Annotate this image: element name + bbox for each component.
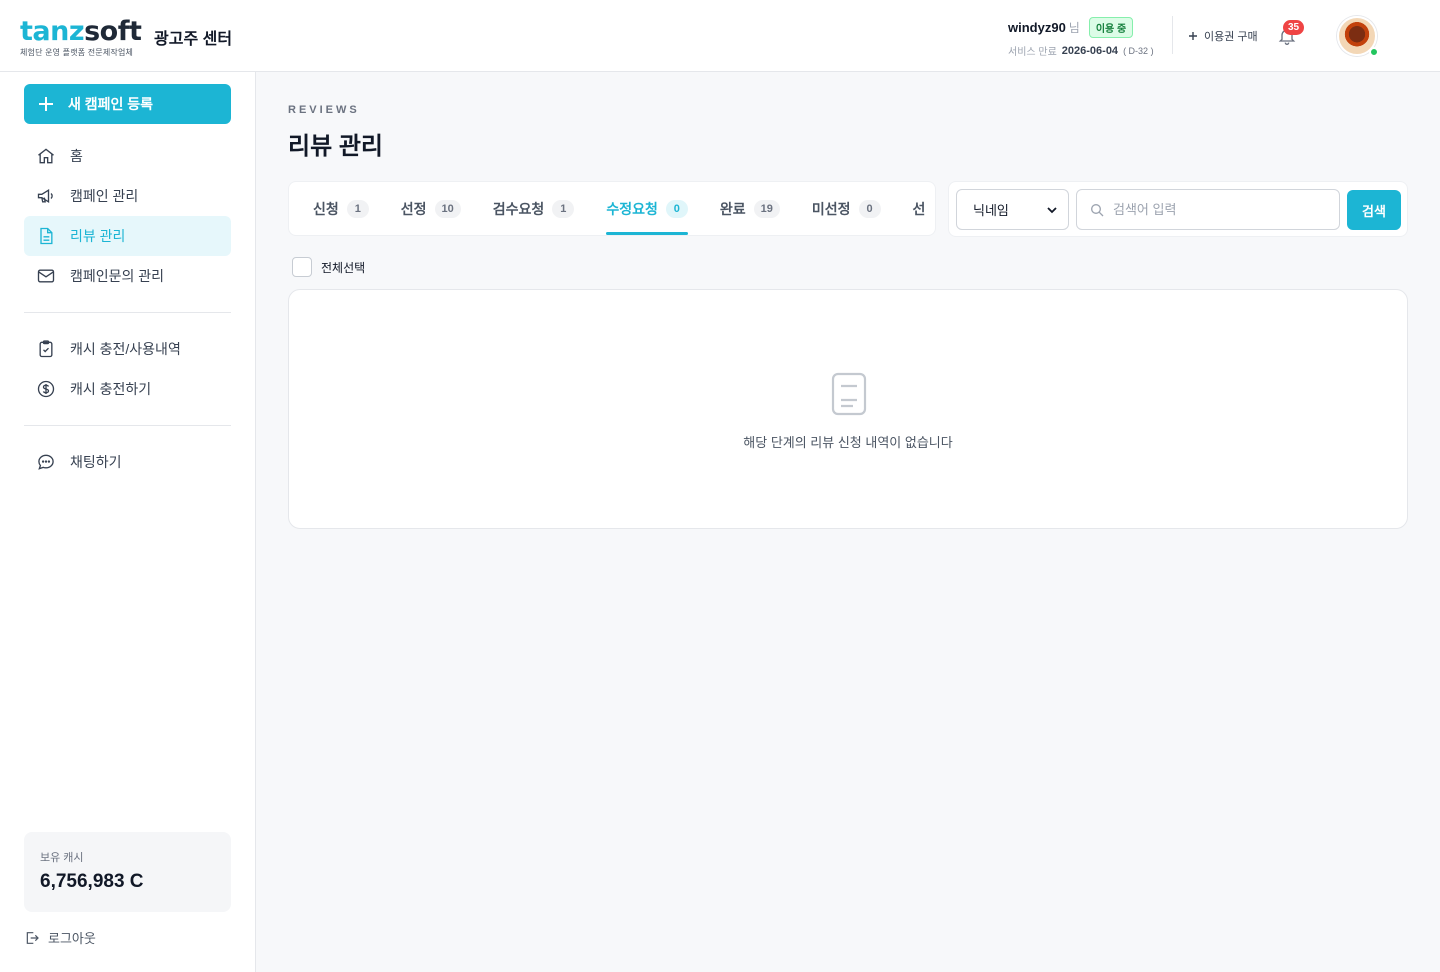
- logout-icon: [26, 931, 39, 944]
- tab-count-badge: 1: [552, 199, 575, 218]
- center-title: 광고주 센터: [154, 31, 233, 48]
- search-input[interactable]: [1113, 202, 1313, 217]
- tab-review-request[interactable]: 검수요청 1: [493, 182, 575, 235]
- dollar-icon: [37, 380, 55, 398]
- tab-label: 미선정: [811, 200, 851, 217]
- mail-icon: [37, 269, 55, 283]
- sidebar-item-campaigns[interactable]: 캠페인 관리: [24, 176, 231, 216]
- home-icon: [38, 148, 54, 164]
- sidebar-item-home[interactable]: 홈: [24, 136, 231, 176]
- expire-date: 2026-06-04: [1061, 44, 1119, 57]
- empty-state-card: 해당 단계의 리뷰 신청 내역이 없습니다: [288, 289, 1408, 529]
- tab-label: 선정: [400, 200, 427, 217]
- logo-tagline: 체험단 운영 플랫폼 전문제작업체: [20, 48, 134, 57]
- empty-state-message: 해당 단계의 리뷰 신청 내역이 없습니다: [743, 435, 953, 450]
- clipboard-check-icon: [39, 340, 53, 358]
- user-info: windyz90 님 이용 중 서비스 만료 2026-06-04 ( D-32…: [1008, 17, 1154, 58]
- logout-label: 로그아웃: [48, 931, 96, 946]
- plus-icon: [39, 97, 53, 111]
- sidebar-item-label: 캐시 충전/사용내역: [70, 341, 181, 357]
- search-button[interactable]: 검색: [1347, 190, 1401, 230]
- tab-revision-request[interactable]: 수정요청 0: [606, 182, 688, 235]
- online-status-dot: [1369, 47, 1379, 57]
- tab-label: 완료: [719, 200, 746, 217]
- search-field-select[interactable]: 닉네임: [956, 189, 1069, 230]
- new-campaign-button[interactable]: 새 캠페인 등록: [24, 84, 231, 124]
- tab-count-badge: 1: [346, 199, 369, 218]
- header-divider: [1172, 16, 1173, 54]
- username: windyz90: [1008, 20, 1066, 35]
- search-field-select-value: 닉네임: [973, 203, 1009, 218]
- tab-not-selected[interactable]: 미선정 0: [812, 182, 881, 235]
- tab-label: 선: [912, 200, 926, 217]
- sidebar-item-inquiries[interactable]: 캠페인문의 관리: [24, 256, 231, 296]
- sidebar-divider: [24, 312, 231, 313]
- sidebar-item-cash-charge[interactable]: 캐시 충전하기: [24, 369, 231, 409]
- empty-document-icon: [831, 372, 867, 416]
- page-eyebrow: REVIEWS: [288, 104, 360, 116]
- search-icon: [1091, 203, 1104, 216]
- sidebar-item-reviews[interactable]: 리뷰 관리: [24, 216, 231, 256]
- tab-count-badge: 0: [858, 199, 881, 218]
- status-badge: 이용 중: [1088, 17, 1134, 38]
- tab-label: 수정요청: [606, 200, 658, 217]
- select-all-label: 전체선택: [321, 260, 366, 275]
- username-suffix: 님: [1068, 21, 1080, 35]
- sidebar-item-cash-history[interactable]: 캐시 충전/사용내역: [24, 329, 231, 369]
- logout-button[interactable]: 로그아웃: [24, 928, 96, 947]
- sidebar-item-label: 리뷰 관리: [70, 228, 126, 244]
- buy-pass-button[interactable]: 이용권 구매: [1188, 28, 1258, 44]
- logo-text-part1: tanz: [20, 16, 85, 47]
- brand-logo[interactable]: tanzsoft 체험단 운영 플랫폼 전문제작업체: [20, 16, 142, 58]
- status-tabs: 신청 1 선정 10 검수요청 1 수정요청 0 완료 19 미선정 0 선: [288, 181, 936, 236]
- sidebar-item-label: 홈: [70, 148, 83, 164]
- tab-completed[interactable]: 완료 19: [720, 182, 780, 235]
- logo-text-part2: soft: [84, 16, 142, 47]
- tab-label: 신청: [313, 200, 339, 217]
- tab-label: 검수요청: [492, 200, 545, 217]
- chevron-down-icon: [1047, 206, 1057, 213]
- select-all-control[interactable]: 전체선택: [292, 257, 365, 277]
- document-icon: [40, 227, 53, 245]
- sidebar-item-label: 채팅하기: [70, 454, 122, 470]
- plus-icon: [1189, 32, 1197, 40]
- tab-selected[interactable]: 선정 10: [401, 182, 461, 235]
- search-bar: 닉네임 검색: [948, 181, 1408, 237]
- top-header: tanzsoft 체험단 운영 플랫폼 전문제작업체 광고주 센터 windyz…: [0, 0, 1440, 72]
- page-title: 리뷰 관리: [288, 133, 383, 160]
- sidebar: 새 캠페인 등록 홈 캠페인 관리 리뷰 관리 캠페인문의 관리 캐시 충전/사…: [0, 72, 256, 972]
- search-input-wrapper: [1076, 189, 1340, 230]
- sidebar-item-label: 캠페인 관리: [70, 188, 139, 204]
- tab-overflow[interactable]: 선: [913, 182, 926, 235]
- select-all-checkbox[interactable]: [292, 257, 312, 277]
- tab-count-badge: 19: [753, 199, 780, 218]
- sidebar-item-chat[interactable]: 채팅하기: [24, 442, 231, 482]
- tab-count-badge: 0: [665, 199, 688, 218]
- sidebar-item-label: 캐시 충전하기: [70, 381, 152, 397]
- sidebar-divider: [24, 425, 231, 426]
- cash-balance-card: 보유 캐시 6,756,983 C: [24, 832, 231, 912]
- cash-balance-label: 보유 캐시: [40, 852, 84, 864]
- expire-label: 서비스 만료: [1008, 47, 1057, 58]
- cash-balance-value: 6,756,983 C: [40, 871, 144, 892]
- dday-badge: ( D-32 ): [1123, 45, 1154, 56]
- megaphone-icon: [37, 188, 53, 204]
- buy-pass-label: 이용권 구매: [1204, 31, 1258, 43]
- new-campaign-label: 새 캠페인 등록: [68, 96, 154, 112]
- notification-count-badge: 35: [1283, 20, 1305, 35]
- sidebar-item-label: 캠페인문의 관리: [70, 268, 165, 284]
- chat-icon: [38, 454, 54, 470]
- tab-applied[interactable]: 신청 1: [313, 182, 369, 235]
- tab-count-badge: 10: [434, 199, 461, 218]
